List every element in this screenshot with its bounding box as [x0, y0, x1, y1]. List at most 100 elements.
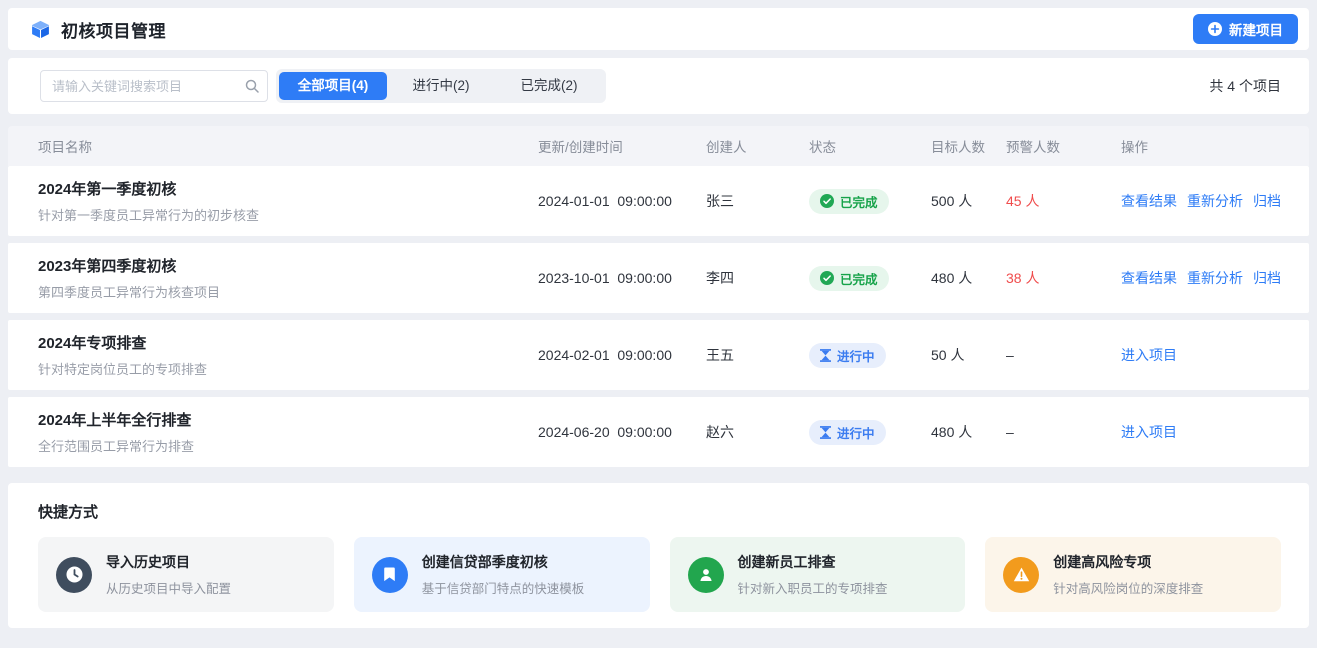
shortcut-title: 创建新员工排查	[738, 552, 888, 572]
status-label: 进行中	[837, 346, 875, 365]
check-circle-icon	[820, 194, 834, 208]
actions-cell: 查看结果重新分析归档	[1121, 268, 1281, 288]
page-root: 初核项目管理 新建项目 全部项目(4)进行中(2)已完成(2) 共 4 个项目	[0, 0, 1317, 636]
column-header: 项目名称	[38, 136, 538, 156]
creator-name: 李四	[706, 268, 809, 288]
project-title: 2024年上半年全行排查	[38, 409, 538, 430]
check-circle-icon	[820, 271, 834, 285]
update-time: 2024-01-01 09:00:00	[538, 193, 706, 209]
project-total-count: 共 4 个项目	[1209, 76, 1281, 96]
project-description: 第四季度员工异常行为核查项目	[38, 282, 538, 301]
status-label: 已完成	[840, 192, 878, 211]
status-cell: 已完成	[809, 189, 931, 214]
tab-in-progress[interactable]: 进行中(2)	[387, 72, 495, 100]
shortcut-card[interactable]: 创建信贷部季度初核基于信贷部门特点的快速模板	[354, 537, 650, 612]
actions-cell: 查看结果重新分析归档	[1121, 191, 1281, 211]
status-badge: 进行中	[809, 420, 886, 445]
shortcut-description: 基于信贷部门特点的快速模板	[422, 578, 585, 597]
person-icon	[688, 557, 724, 593]
target-count: 50 人	[931, 345, 1006, 365]
action-link[interactable]: 查看结果	[1121, 268, 1177, 288]
tab-all-projects[interactable]: 全部项目(4)	[279, 72, 387, 100]
plus-circle-icon	[1208, 22, 1222, 36]
creator-name: 王五	[706, 345, 809, 365]
column-header: 目标人数	[931, 136, 1006, 156]
project-name-cell: 2024年第一季度初核针对第一季度员工异常行为的初步核查	[38, 178, 538, 224]
shortcut-card[interactable]: 导入历史项目从历史项目中导入配置	[38, 537, 334, 612]
shortcuts-title: 快捷方式	[38, 501, 1281, 522]
project-name-cell: 2024年专项排查针对特定岗位员工的专项排查	[38, 332, 538, 378]
project-description: 针对特定岗位员工的专项排查	[38, 359, 538, 378]
status-badge: 已完成	[809, 266, 889, 291]
column-header: 操作	[1121, 136, 1281, 156]
shortcut-card[interactable]: 创建新员工排查针对新入职员工的专项排查	[670, 537, 966, 612]
status-cell: 进行中	[809, 343, 931, 368]
cube-icon	[30, 19, 51, 40]
shortcut-title: 创建高风险专项	[1053, 552, 1203, 572]
column-header: 创建人	[706, 136, 809, 156]
tab-completed[interactable]: 已完成(2)	[495, 72, 603, 100]
search-icon	[245, 79, 259, 98]
shortcut-description: 从历史项目中导入配置	[106, 578, 231, 597]
hourglass-icon	[820, 426, 831, 439]
page-header: 初核项目管理 新建项目	[8, 8, 1309, 50]
new-project-button-label: 新建项目	[1229, 19, 1283, 39]
status-label: 进行中	[837, 423, 875, 442]
action-link[interactable]: 查看结果	[1121, 191, 1177, 211]
project-description: 全行范围员工异常行为排查	[38, 436, 538, 455]
warning-count: 45 人	[1006, 191, 1121, 211]
project-title: 2024年专项排查	[38, 332, 538, 353]
action-link[interactable]: 重新分析	[1187, 191, 1243, 211]
update-time: 2024-02-01 09:00:00	[538, 347, 706, 363]
actions-cell: 进入项目	[1121, 345, 1281, 365]
filter-tabs: 全部项目(4)进行中(2)已完成(2)	[276, 69, 606, 103]
table-row: 2024年上半年全行排查全行范围员工异常行为排查2024-06-20 09:00…	[8, 397, 1309, 467]
new-project-button[interactable]: 新建项目	[1193, 14, 1298, 44]
status-badge: 已完成	[809, 189, 889, 214]
column-header: 状态	[809, 136, 931, 156]
page-title: 初核项目管理	[61, 17, 166, 42]
target-count: 480 人	[931, 422, 1006, 442]
action-link[interactable]: 进入项目	[1121, 422, 1177, 442]
table-row: 2023年第四季度初核第四季度员工异常行为核查项目2023-10-01 09:0…	[8, 243, 1309, 313]
warning-count: –	[1006, 424, 1121, 440]
clock-icon	[56, 557, 92, 593]
table-row: 2024年专项排查针对特定岗位员工的专项排查2024-02-01 09:00:0…	[8, 320, 1309, 390]
project-name-cell: 2023年第四季度初核第四季度员工异常行为核查项目	[38, 255, 538, 301]
column-header: 更新/创建时间	[538, 136, 706, 156]
project-description: 针对第一季度员工异常行为的初步核查	[38, 205, 538, 224]
status-badge: 进行中	[809, 343, 886, 368]
shortcut-title: 导入历史项目	[106, 552, 231, 572]
project-title: 2024年第一季度初核	[38, 178, 538, 199]
status-cell: 已完成	[809, 266, 931, 291]
table-body: 2024年第一季度初核针对第一季度员工异常行为的初步核查2024-01-01 0…	[8, 166, 1309, 467]
shortcut-grid: 导入历史项目从历史项目中导入配置创建信贷部季度初核基于信贷部门特点的快速模板创建…	[38, 537, 1281, 612]
update-time: 2024-06-20 09:00:00	[538, 424, 706, 440]
shortcut-title: 创建信贷部季度初核	[422, 552, 585, 572]
warning-count: 38 人	[1006, 268, 1121, 288]
status-label: 已完成	[840, 269, 878, 288]
action-link[interactable]: 归档	[1253, 191, 1281, 211]
shortcut-description: 针对高风险岗位的深度排查	[1053, 578, 1203, 597]
column-header: 预警人数	[1006, 136, 1121, 156]
table-row: 2024年第一季度初核针对第一季度员工异常行为的初步核查2024-01-01 0…	[8, 166, 1309, 236]
bookmark-icon	[372, 557, 408, 593]
shortcuts-section: 快捷方式 导入历史项目从历史项目中导入配置 创建信贷部季度初核基于信贷部门特点的快…	[8, 483, 1309, 628]
filter-bar: 全部项目(4)进行中(2)已完成(2) 共 4 个项目	[8, 58, 1309, 114]
action-link[interactable]: 重新分析	[1187, 268, 1243, 288]
warning-count: –	[1006, 347, 1121, 363]
shortcut-text: 导入历史项目从历史项目中导入配置	[106, 552, 231, 597]
shortcut-description: 针对新入职员工的专项排查	[738, 578, 888, 597]
actions-cell: 进入项目	[1121, 422, 1281, 442]
shortcut-text: 创建新员工排查针对新入职员工的专项排查	[738, 552, 888, 597]
target-count: 500 人	[931, 191, 1006, 211]
search-input[interactable]	[40, 70, 268, 102]
warning-icon	[1003, 557, 1039, 593]
search-box	[40, 70, 268, 102]
action-link[interactable]: 进入项目	[1121, 345, 1177, 365]
action-link[interactable]: 归档	[1253, 268, 1281, 288]
shortcut-text: 创建信贷部季度初核基于信贷部门特点的快速模板	[422, 552, 585, 597]
hourglass-icon	[820, 349, 831, 362]
shortcut-card[interactable]: 创建高风险专项针对高风险岗位的深度排查	[985, 537, 1281, 612]
creator-name: 张三	[706, 191, 809, 211]
